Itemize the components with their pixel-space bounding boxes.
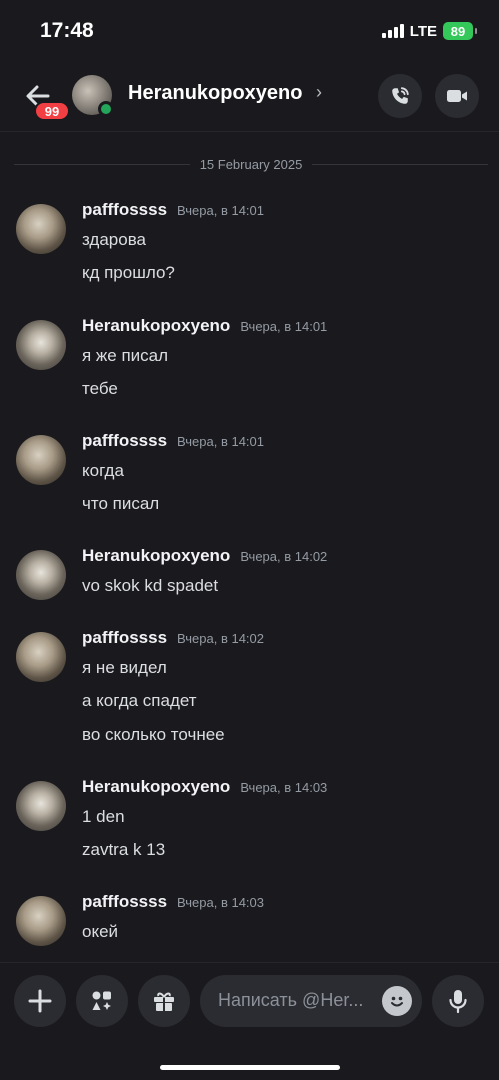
message-text[interactable]: а когда спадет [82, 691, 197, 711]
status-bar: 17:48 LTE 89 [0, 0, 499, 62]
message-timestamp: Вчера, в 14:02 [240, 549, 328, 564]
home-indicator[interactable] [160, 1065, 340, 1070]
emoji-icon [391, 996, 403, 1007]
message-text[interactable]: во сколько точнее [82, 725, 225, 745]
voice-call-button[interactable] [378, 74, 422, 118]
message-header: pafffossss Вчера, в 14:01 [82, 200, 264, 220]
video-call-button[interactable] [435, 74, 479, 118]
date-divider: 15 February 2025 [14, 152, 488, 176]
message-header: pafffossss Вчера, в 14:02 [82, 628, 264, 648]
unread-count-badge: 99 [34, 101, 70, 121]
chevron-right-icon[interactable]: › [316, 82, 322, 103]
message-text[interactable]: окей [82, 922, 118, 942]
message-author[interactable]: pafffossss [82, 628, 167, 648]
composer-bar: Написать @Her... [0, 962, 499, 1080]
message-author[interactable]: pafffossss [82, 431, 167, 451]
apps-icon [92, 991, 111, 1010]
avatar[interactable] [16, 896, 66, 946]
voice-message-button[interactable] [432, 975, 484, 1027]
add-attachment-button[interactable] [14, 975, 66, 1027]
message-text[interactable]: я не видел [82, 658, 167, 678]
avatar[interactable] [16, 550, 66, 600]
battery-icon: 89 [443, 22, 477, 40]
message-author[interactable]: Heranukopoxyeno [82, 316, 230, 336]
message-text[interactable]: zavtra k 13 [82, 840, 165, 860]
signal-icon [381, 24, 404, 38]
microphone-icon [449, 990, 467, 1014]
status-time: 17:48 [40, 19, 94, 42]
message-timestamp: Вчера, в 14:01 [177, 434, 265, 449]
emoji-button[interactable] [382, 986, 412, 1016]
apps-button[interactable] [76, 975, 128, 1027]
message-author[interactable]: pafffossss [82, 200, 167, 220]
message-input-placeholder: Написать @Her... [218, 990, 364, 1010]
message-text[interactable]: 1 den [82, 807, 125, 827]
message-header: pafffossss Вчера, в 14:03 [82, 892, 264, 912]
message-text[interactable]: когда [82, 461, 124, 481]
avatar[interactable] [16, 435, 66, 485]
message-author[interactable]: pafffossss [82, 892, 167, 912]
phone-call-icon [392, 87, 409, 104]
message-header: pafffossss Вчера, в 14:01 [82, 431, 264, 451]
message-timestamp: Вчера, в 14:01 [177, 203, 265, 218]
message-text[interactable]: vo skok kd spadet [82, 576, 218, 596]
gift-button[interactable] [138, 975, 190, 1027]
message-author[interactable]: Heranukopoxyeno [82, 546, 230, 566]
message-text[interactable]: что писал [82, 494, 159, 514]
message-timestamp: Вчера, в 14:03 [240, 780, 328, 795]
message-timestamp: Вчера, в 14:02 [177, 631, 265, 646]
message-input[interactable]: Написать @Her... [200, 975, 422, 1027]
divider-line [312, 163, 488, 165]
video-camera-icon [447, 90, 467, 102]
chat-header: Heranukopoxyeno › [0, 62, 499, 132]
message-text[interactable]: кд прошло? [82, 263, 175, 283]
avatar[interactable] [16, 632, 66, 682]
message-author[interactable]: Heranukopoxyeno [82, 777, 230, 797]
avatar[interactable] [16, 781, 66, 831]
status-indicators: LTE 89 [381, 22, 477, 40]
avatar[interactable] [16, 320, 66, 370]
message-header: Heranukopoxyeno Вчера, в 14:02 [82, 546, 327, 566]
network-label: LTE [409, 22, 437, 40]
message-header: Heranukopoxyeno Вчера, в 14:01 [82, 316, 327, 336]
message-timestamp: Вчера, в 14:03 [177, 895, 265, 910]
online-status-icon [98, 101, 114, 117]
avatar[interactable] [16, 204, 66, 254]
gift-icon [154, 992, 174, 1011]
message-header: Heranukopoxyeno Вчера, в 14:03 [82, 777, 327, 797]
contact-name[interactable]: Heranukopoxyeno [128, 82, 302, 105]
message-text[interactable]: тебе [82, 379, 118, 399]
message-timestamp: Вчера, в 14:01 [240, 319, 328, 334]
plus-icon [28, 989, 52, 1013]
divider-line [14, 163, 190, 165]
date-label: 15 February 2025 [199, 156, 303, 172]
message-text[interactable]: здарова [82, 230, 146, 250]
message-text[interactable]: я же писал [82, 346, 168, 366]
